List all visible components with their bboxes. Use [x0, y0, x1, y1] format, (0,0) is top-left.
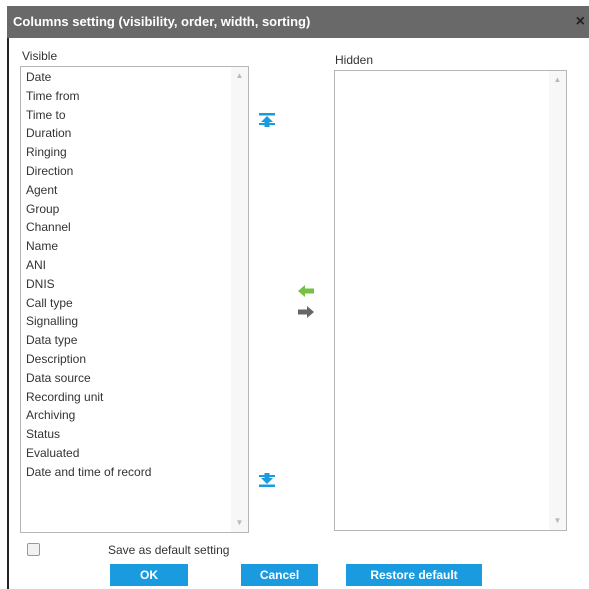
move-to-top-button[interactable]	[258, 111, 276, 129]
list-item[interactable]: Description	[26, 350, 228, 369]
visible-label: Visible	[22, 49, 58, 63]
list-item[interactable]: ANI	[26, 256, 228, 275]
cancel-button[interactable]: Cancel	[241, 564, 318, 586]
list-item[interactable]: Duration	[26, 124, 228, 143]
dialog-border	[7, 38, 9, 589]
list-item[interactable]: Data type	[26, 331, 228, 350]
move-to-hidden-button[interactable]	[297, 303, 315, 321]
move-to-bottom-icon	[259, 473, 275, 487]
scroll-down-icon[interactable]: ▼	[549, 514, 566, 528]
list-item[interactable]: Signalling	[26, 312, 228, 331]
dialog-title: Columns setting (visibility, order, widt…	[13, 14, 311, 29]
hidden-columns-list[interactable]: ▲ ▼	[334, 70, 567, 531]
list-item[interactable]: Date and time of record	[26, 463, 228, 482]
list-item[interactable]: Direction	[26, 162, 228, 181]
move-to-top-icon	[259, 113, 275, 127]
list-item[interactable]: Agent	[26, 181, 228, 200]
columns-setting-dialog: Columns setting (visibility, order, widt…	[0, 0, 589, 589]
save-default-checkbox[interactable]	[27, 543, 40, 556]
list-item[interactable]: Call type	[26, 294, 228, 313]
ok-button[interactable]: OK	[110, 564, 188, 586]
hidden-label: Hidden	[335, 53, 374, 67]
list-item[interactable]: Recording unit	[26, 388, 228, 407]
list-item[interactable]: Channel	[26, 218, 228, 237]
visible-columns-list[interactable]: Date Time from Time to Duration Ringing Direc…	[20, 66, 249, 533]
scroll-down-icon[interactable]: ▼	[231, 516, 248, 530]
move-to-bottom-button[interactable]	[258, 471, 276, 489]
list-item[interactable]: Date	[26, 68, 228, 87]
hidden-list-scrollbar[interactable]: ▲ ▼	[549, 71, 566, 530]
arrow-left-icon	[298, 285, 314, 297]
list-item[interactable]: Ringing	[26, 143, 228, 162]
visible-list-scrollbar[interactable]: ▲ ▼	[231, 67, 248, 532]
list-item[interactable]: Name	[26, 237, 228, 256]
list-item[interactable]: Group	[26, 200, 228, 219]
list-item[interactable]: Status	[26, 425, 228, 444]
list-item[interactable]: Data source	[26, 369, 228, 388]
visible-items: Date Time from Time to Duration Ringing Direc…	[26, 68, 228, 482]
list-item[interactable]: DNIS	[26, 275, 228, 294]
close-icon[interactable]: ×	[576, 14, 585, 30]
list-item[interactable]: Time from	[26, 87, 228, 106]
save-default-label: Save as default setting	[108, 543, 230, 557]
arrow-right-icon	[298, 306, 314, 318]
list-item[interactable]: Evaluated	[26, 444, 228, 463]
list-item[interactable]: Time to	[26, 106, 228, 125]
scroll-up-icon[interactable]: ▲	[231, 69, 248, 83]
move-to-visible-button[interactable]	[297, 282, 315, 300]
list-item[interactable]: Archiving	[26, 406, 228, 425]
title-bar: Columns setting (visibility, order, widt…	[7, 6, 589, 38]
scroll-up-icon[interactable]: ▲	[549, 73, 566, 87]
restore-default-button[interactable]: Restore default	[346, 564, 482, 586]
